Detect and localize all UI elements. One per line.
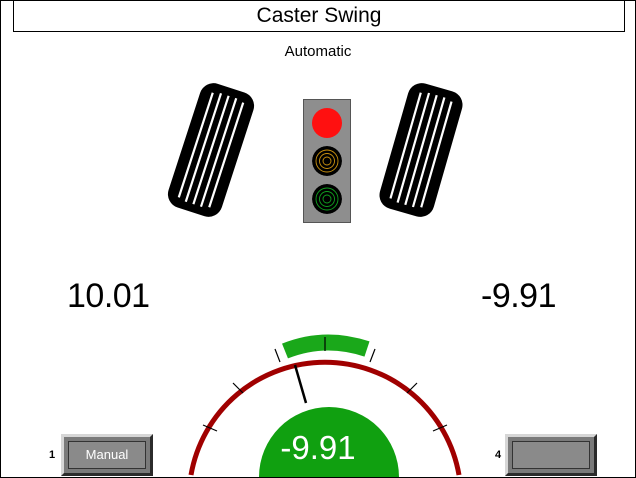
softkey-4-button[interactable]: [505, 434, 597, 476]
green-lamp-icon: [312, 184, 342, 214]
manual-softkey-button[interactable]: Manual: [61, 434, 153, 476]
yellow-lamp-icon: [312, 146, 342, 176]
softkey-1-number: 1: [49, 449, 56, 461]
left-tire-icon: [167, 83, 255, 217]
mode-label: Automatic: [284, 43, 352, 60]
traffic-light: [303, 99, 351, 223]
right-tire-icon: [379, 83, 463, 217]
gauge-needle: [293, 364, 308, 404]
softkey-1-label: Manual: [68, 441, 146, 469]
screen-title: Caster Swing: [13, 1, 625, 32]
gauge-target-band: [282, 334, 370, 359]
gauge-value: -9.91: [280, 429, 356, 466]
softkey-4-number: 4: [495, 449, 502, 461]
caster-swing-screen: Caster Swing Automatic 10.01 -9.91 -9.91…: [0, 0, 636, 478]
softkey-4-label: [512, 441, 590, 469]
red-lamp-icon: [312, 108, 342, 138]
left-caster-reading: 10.01: [67, 277, 150, 315]
right-caster-reading: -9.91: [481, 277, 557, 315]
